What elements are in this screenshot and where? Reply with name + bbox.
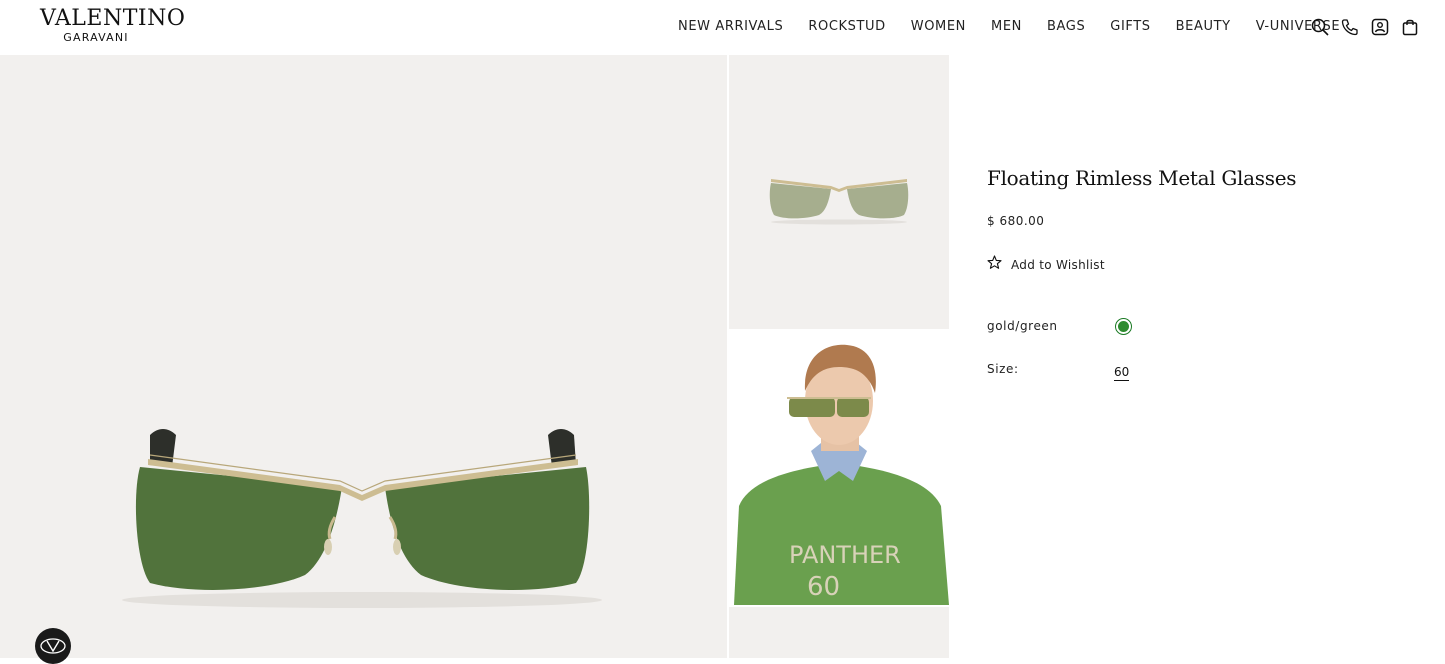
search-icon[interactable] [1310,17,1330,37]
thumbnail-third[interactable] [729,607,949,658]
size-option-60[interactable]: 60 [1114,365,1130,381]
v-logo-button[interactable] [35,628,71,664]
nav-item-beauty[interactable]: BEAUTY [1176,19,1231,35]
size-label: Size: [987,362,1019,376]
nav-item-women[interactable]: WOMEN [911,19,966,35]
bag-icon[interactable] [1400,17,1420,37]
nav-item-gifts[interactable]: GIFTS [1110,19,1150,35]
glasses-image [0,55,727,658]
color-swatch-gold-green[interactable] [1115,318,1132,335]
thumbnail-front[interactable] [729,55,949,329]
star-icon [987,255,1002,274]
color-label: gold/green [987,319,1058,333]
size-selector: Size: 60 [987,362,1147,384]
product-title: Floating Rimless Metal Glasses [987,166,1297,190]
glasses-thumbnail-image [729,55,949,329]
v-logo-icon [40,638,66,654]
nav-item-new-arrivals[interactable]: NEW ARRIVALS [678,19,783,35]
brand-sub: GARAVANI [63,31,129,44]
model-thumbnail-image: PANTHER 60 [729,331,949,605]
nav-item-bags[interactable]: BAGS [1047,19,1085,35]
wishlist-label: Add to Wishlist [1011,257,1105,272]
nav-item-rockstud[interactable]: ROCKSTUD [808,19,885,35]
add-to-wishlist-button[interactable]: Add to Wishlist [987,255,1127,274]
shirt-text-line1: PANTHER [789,541,901,569]
account-icon[interactable] [1370,17,1390,37]
nav-item-men[interactable]: MEN [991,19,1022,35]
phone-icon[interactable] [1340,17,1360,37]
brand-name: VALENTINO [40,6,186,31]
header-icons [1300,17,1420,37]
product-price: $ 680.00 [987,214,1045,228]
brand-logo[interactable]: VALENTINO GARAVANI [40,6,186,48]
product-info: Floating Rimless Metal Glasses $ 680.00 … [987,163,1407,381]
main-nav: NEW ARRIVALS ROCKSTUD WOMEN MEN BAGS GIF… [678,19,1340,35]
color-swatch-fill [1118,321,1129,332]
thumbnail-column: PANTHER 60 [729,55,949,658]
shirt-text-line2: 60 [807,572,840,602]
thumbnail-model[interactable]: PANTHER 60 [729,331,949,605]
color-selector: gold/green [987,318,1147,338]
main-product-image[interactable] [0,55,727,658]
site-header: VALENTINO GARAVANI NEW ARRIVALS ROCKSTUD… [0,0,1445,55]
